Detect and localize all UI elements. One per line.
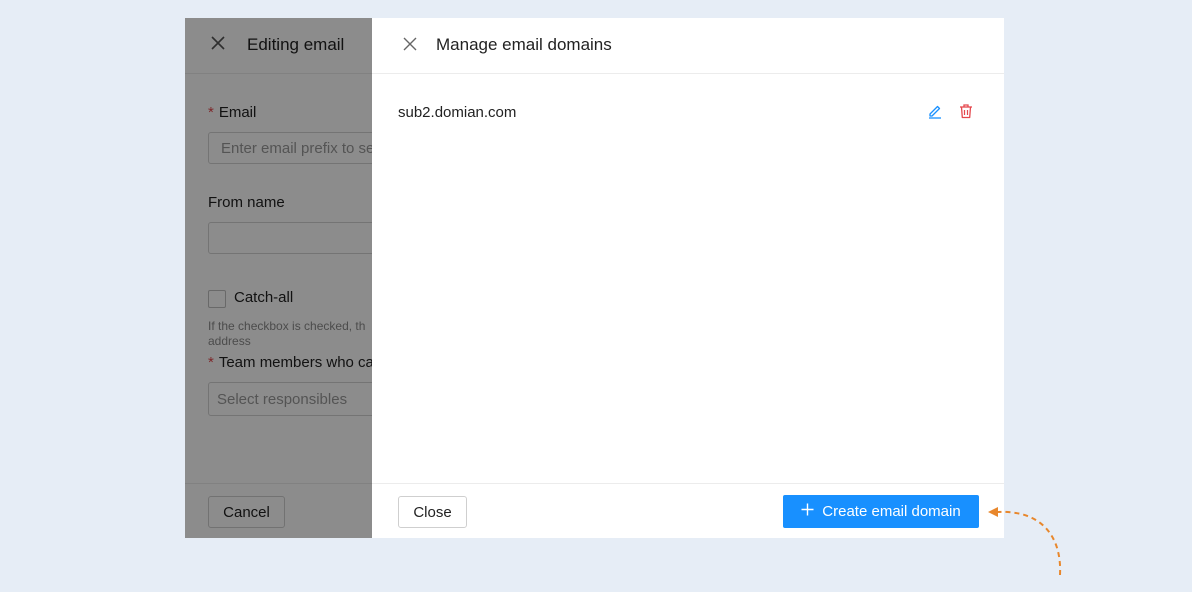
close-icon[interactable] (403, 37, 417, 56)
modal-mask[interactable] (185, 18, 372, 538)
manage-domains-footer: Close Create email domain (372, 483, 1004, 539)
manage-email-domains-drawer: Manage email domains sub2.domian.com Clo… (372, 18, 1004, 538)
manage-domains-title: Manage email domains (436, 35, 612, 54)
delete-icon[interactable] (958, 103, 976, 121)
domain-list-item: sub2.domian.com (372, 98, 1004, 126)
manage-domains-header: Manage email domains (372, 18, 1004, 74)
edit-icon[interactable] (927, 103, 945, 121)
create-email-domain-button[interactable]: Create email domain (783, 495, 979, 528)
domain-name: sub2.domian.com (398, 104, 517, 121)
plus-icon (801, 503, 814, 520)
create-email-domain-label: Create email domain (822, 503, 961, 520)
close-button[interactable]: Close (398, 496, 467, 528)
annotation-arrow-icon (988, 507, 1062, 576)
